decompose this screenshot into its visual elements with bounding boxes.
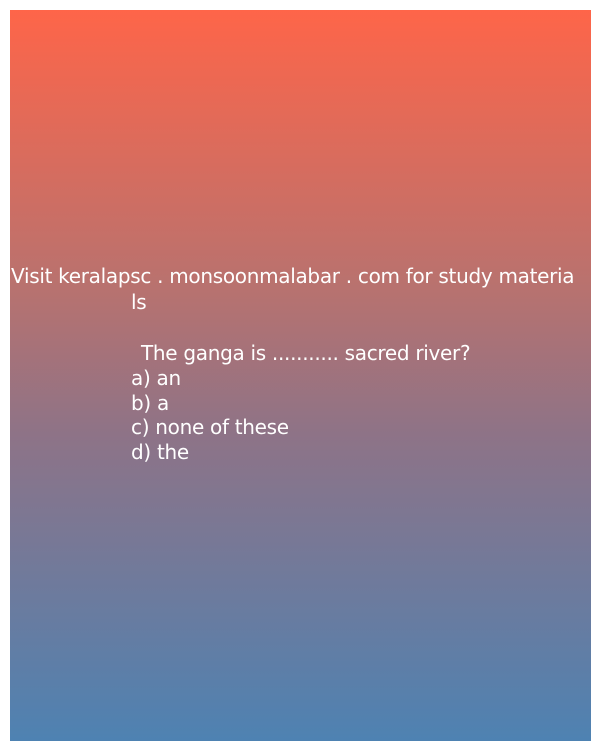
option-d: d) the [131, 440, 189, 464]
question-text: The ganga is ........... sacred river? [141, 341, 471, 365]
promo-text-line2: ls [131, 290, 147, 314]
option-c: c) none of these [131, 415, 289, 439]
question-card: Visit keralapsc . monsoonmalabar . com f… [10, 10, 591, 741]
promo-text-line1: Visit keralapsc . monsoonmalabar . com f… [11, 264, 575, 288]
option-a: a) an [131, 366, 181, 390]
option-b: b) a [131, 391, 169, 415]
